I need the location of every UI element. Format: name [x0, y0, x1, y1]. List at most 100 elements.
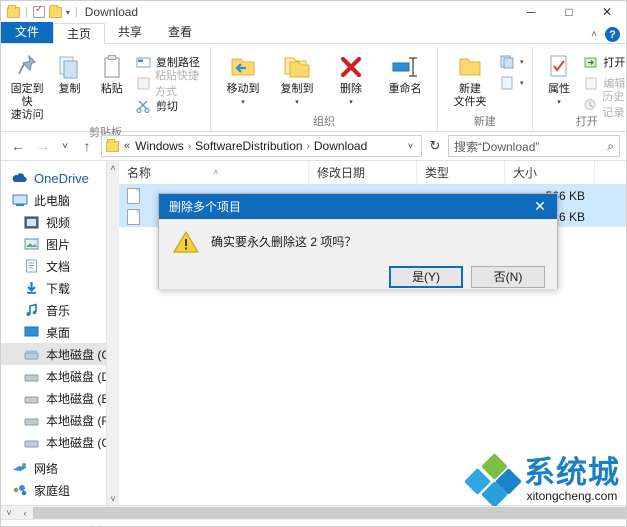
sidebar-item-drive-f[interactable]: 本地磁盘 (F:) [1, 409, 119, 431]
ribbon-right-controls: ˄ ? [591, 27, 620, 42]
status-selection-info: 已选择 2 个项目 580 KB [73, 523, 201, 526]
organize-group-label: 组织 [313, 116, 335, 128]
warning-icon [173, 230, 199, 254]
close-button[interactable]: ✕ [588, 1, 626, 23]
cut-button[interactable]: 剪切 [133, 97, 205, 115]
sidebar-item-videos[interactable]: 视频 [1, 211, 119, 233]
dialog-close-button[interactable]: ✕ [523, 194, 557, 219]
quick-access-dropdown-caret-icon[interactable]: ▾ [66, 8, 70, 17]
new-item-caret-icon[interactable]: ▾ [520, 58, 524, 66]
breadcrumb-item-softwaredistribution[interactable]: SoftwareDistribution [195, 139, 302, 153]
copy-to-caret-icon[interactable]: ▾ [295, 96, 299, 109]
search-input[interactable]: 搜索“Download” [454, 138, 607, 155]
new-item-button[interactable]: ▾ [497, 53, 527, 71]
column-header-type[interactable]: 类型 [417, 160, 505, 185]
collapse-ribbon-icon[interactable]: ˄ [591, 29, 597, 40]
tab-home[interactable]: 主页 [53, 23, 106, 44]
sidebar-item-drive-g[interactable]: 本地磁盘 (G:) [1, 431, 119, 453]
move-to-label: 移动到 [226, 83, 260, 95]
history-button[interactable]: 历史记录 [580, 91, 626, 119]
pin-to-quick-access-button[interactable]: 固定到快 速访问 [6, 50, 48, 124]
address-dropdown-icon[interactable]: ˅ [404, 141, 417, 151]
back-button[interactable]: ← [7, 135, 29, 157]
downloads-icon [23, 280, 40, 296]
desktop-icon [23, 324, 40, 340]
yes-button[interactable]: 是(Y) [389, 265, 463, 288]
new-folder-label: 新建 文件夹 [453, 83, 487, 108]
hscroll-thumb[interactable] [33, 506, 626, 519]
delete-button[interactable]: 删除 ▾ [324, 50, 378, 111]
breadcrumb-item-download[interactable]: Download [314, 139, 367, 153]
quick-access-folder-icon[interactable] [7, 4, 20, 18]
open-button[interactable]: 打开 ▾ [580, 53, 626, 71]
sidebar-scroll-down-icon[interactable]: ˅ [110, 492, 115, 505]
this-pc-icon [11, 192, 28, 208]
copy-button[interactable]: 复制 [48, 50, 90, 98]
breadcrumb[interactable]: « Windows › SoftwareDistribution › Downl… [101, 135, 422, 157]
easy-access-caret-icon[interactable]: ▾ [520, 79, 524, 87]
sidebar-item-drive-d[interactable]: 本地磁盘 (D:) [1, 365, 119, 387]
up-button[interactable]: ↑ [76, 135, 98, 157]
sidebar-item-network[interactable]: 网络 [1, 457, 119, 479]
sidebar-scroll-up-icon[interactable]: ˄ [110, 161, 115, 175]
search-box[interactable]: 搜索“Download” ⌕ [448, 135, 620, 157]
copy-to-button[interactable]: 复制到 ▾ [270, 50, 324, 111]
tab-file[interactable]: 文件 [1, 22, 54, 43]
paste-button[interactable]: 粘贴 [91, 50, 133, 98]
sidebar-item-drive-c[interactable]: 本地磁盘 (C:) [1, 343, 119, 365]
maximize-button[interactable]: □ [550, 1, 588, 23]
tab-share[interactable]: 共享 [105, 22, 155, 43]
breadcrumb-item-windows[interactable]: Windows [135, 139, 184, 153]
sidebar-item-this-pc[interactable]: 此电脑 [1, 189, 119, 211]
sidebar-scrollbar[interactable]: ˄ ˅ [106, 161, 119, 505]
help-icon[interactable]: ? [605, 27, 620, 42]
move-to-caret-icon[interactable]: ▾ [241, 96, 245, 109]
column-header-name[interactable]: 名称 ˄ [119, 160, 309, 185]
paste-shortcut-button[interactable]: 粘贴快捷方式 [133, 70, 205, 98]
quick-access-toolbar: | ▾ | [7, 4, 79, 18]
sidebar-item-documents[interactable]: 文档 [1, 255, 119, 277]
copy-label: 复制 [58, 83, 81, 95]
no-button[interactable]: 否(N) [471, 265, 545, 288]
hscroll-track[interactable] [33, 505, 626, 520]
breadcrumb-overflow-icon[interactable]: « [124, 140, 130, 152]
sidebar-item-drive-e[interactable]: 本地磁盘 (E:) [1, 387, 119, 409]
tab-view[interactable]: 查看 [155, 22, 205, 43]
paste-label: 粘贴 [100, 83, 123, 95]
properties-button[interactable]: 属性 ▾ [538, 50, 581, 111]
recent-locations-button[interactable]: ˅ [57, 135, 73, 157]
scissors-icon [136, 98, 152, 114]
refresh-button[interactable]: ↻ [425, 135, 445, 157]
file-icon [127, 187, 140, 204]
breadcrumb-separator-2: › [306, 140, 310, 152]
drive-icon-d [23, 368, 40, 384]
minimize-button[interactable]: ─ [512, 1, 550, 23]
delete-caret-icon[interactable]: ▾ [349, 96, 353, 109]
ribbon-group-open: 属性 ▾ 打开 ▾ [533, 47, 626, 132]
sidebar-item-downloads[interactable]: 下载 [1, 277, 119, 299]
move-to-button[interactable]: 移动到 ▾ [216, 50, 270, 111]
rename-button[interactable]: 重命名 [378, 50, 432, 98]
sidebar-item-onedrive[interactable]: OneDrive [1, 167, 119, 189]
sidebar-item-music[interactable]: 音乐 [1, 299, 119, 321]
copy-to-icon [283, 52, 311, 82]
sidebar-item-desktop[interactable]: 桌面 [1, 321, 119, 343]
horizontal-scrollbar[interactable]: ˅ ‹ [1, 505, 626, 520]
watermark-url: xitongcheng.com [526, 489, 618, 503]
new-folder-button[interactable]: 新建 文件夹 [443, 50, 497, 111]
hscroll-left-icon[interactable]: ˅ [1, 508, 17, 518]
sidebar-item-homegroup[interactable]: 家庭组 [1, 479, 119, 501]
hscroll-prev-icon[interactable]: ‹ [17, 508, 33, 518]
sidebar-item-pictures[interactable]: 图片 [1, 233, 119, 255]
new-folder-icon [457, 52, 483, 82]
quick-access-new-folder-icon[interactable] [48, 4, 62, 18]
column-header-size[interactable]: 大小 [505, 160, 595, 185]
ribbon: 固定到快 速访问 复制 粘贴 复制路径 粘贴快捷方式 剪切 剪贴板 移动到 ▾ … [1, 44, 626, 139]
quick-access-properties-icon[interactable] [32, 4, 45, 18]
easy-access-button[interactable]: ▾ [497, 74, 527, 92]
properties-caret-icon[interactable]: ▾ [557, 96, 561, 109]
forward-button[interactable]: → [32, 135, 54, 157]
column-header-date[interactable]: 修改日期 [309, 160, 417, 185]
dialog-buttons: 是(Y) 否(N) [159, 264, 557, 289]
status-bar: 2 个项目 已选择 2 个项目 580 KB [1, 519, 626, 526]
